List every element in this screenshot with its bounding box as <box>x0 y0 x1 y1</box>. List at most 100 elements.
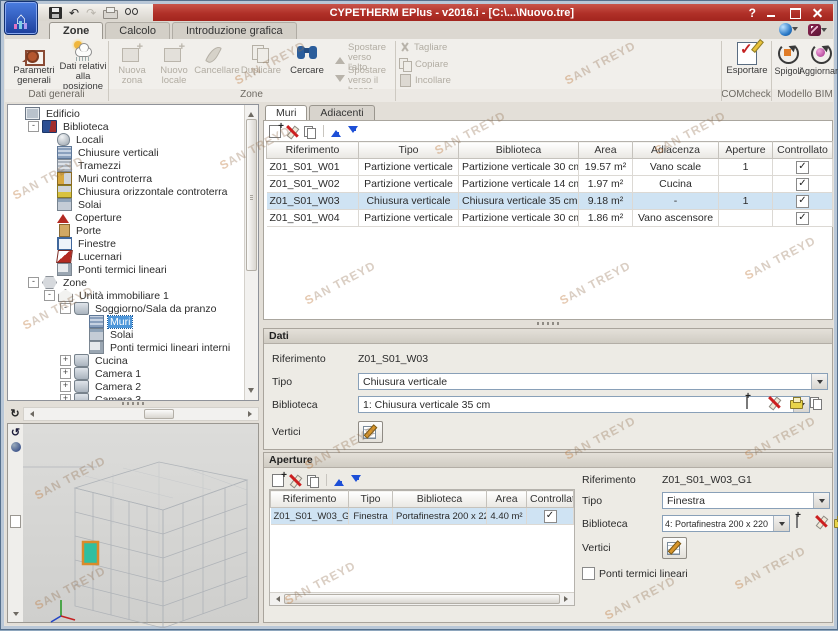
tab-calcolo[interactable]: Calcolo <box>105 22 170 39</box>
aggiornare-button[interactable]: Aggiornare <box>804 40 838 87</box>
scroll-right-icon[interactable] <box>564 596 571 602</box>
table-row[interactable]: Z01_S01_W04 Partizione verticale Partizi… <box>267 210 833 227</box>
col-area[interactable]: Area <box>487 491 527 508</box>
move-down-icon[interactable] <box>350 474 363 487</box>
scroll-left-icon[interactable] <box>273 596 280 602</box>
undo-icon[interactable]: ↶ <box>69 7 79 19</box>
aperture-horizontal-scrollbar[interactable] <box>270 592 574 605</box>
table-row[interactable]: Z01_S01_W01 Partizione verticale Partizi… <box>267 159 833 176</box>
col-biblioteca[interactable]: Biblioteca <box>459 142 579 159</box>
add-library-icon[interactable] <box>796 514 798 528</box>
tree-item-soggiorno[interactable]: -Soggiorno/Sala da pranzo <box>8 302 244 315</box>
tree-vertical-scrollbar[interactable] <box>244 105 258 400</box>
ponti-termici-checkbox-row[interactable]: Ponti termici lineari <box>582 567 688 580</box>
tree-item-biblioteca[interactable]: -Biblioteca <box>8 120 244 133</box>
tree-item-edificio[interactable]: Edificio <box>8 107 244 120</box>
wireframe-canvas[interactable] <box>23 424 258 622</box>
maximize-button[interactable] <box>788 7 802 18</box>
tree-item-ponti-termici[interactable]: Ponti termici lineari <box>8 263 244 276</box>
tipo-dropdown[interactable]: Chiusura verticale <box>358 373 828 390</box>
move-down-icon[interactable] <box>347 125 360 138</box>
tree-item-cucina[interactable]: +Cucina <box>8 354 244 367</box>
vertici-button[interactable] <box>662 537 687 559</box>
cercare-button[interactable]: Cercare <box>285 40 329 87</box>
chevron-down-icon[interactable] <box>813 493 829 508</box>
model-3d-view[interactable]: ↺ <box>7 423 259 623</box>
add-library-icon[interactable] <box>746 395 748 409</box>
save-icon[interactable] <box>49 7 62 19</box>
scrollbar-thumb[interactable] <box>284 594 560 604</box>
docs-menu[interactable] <box>808 24 827 36</box>
rotate-icon[interactable]: ↻ <box>7 408 23 421</box>
col-tipo[interactable]: Tipo <box>359 142 459 159</box>
checkbox[interactable]: ✓ <box>796 178 809 191</box>
expand-icon[interactable]: + <box>60 381 71 392</box>
app-menu-button[interactable]: ⌂ <box>4 1 38 35</box>
view-mode-icon[interactable] <box>11 442 21 452</box>
collapse-icon[interactable]: - <box>28 121 39 132</box>
tree-item-muri[interactable]: Muri <box>8 315 244 328</box>
tree-item-finestre[interactable]: Finestre <box>8 237 244 250</box>
tree-item-solai[interactable]: Solai <box>8 198 244 211</box>
tree-item-unita-immobiliare[interactable]: -Unità immobiliare 1 <box>8 289 244 302</box>
collapse-icon[interactable]: - <box>28 277 39 288</box>
tree-item-locali[interactable]: Locali <box>8 133 244 146</box>
tree-item-porte[interactable]: Porte <box>8 224 244 237</box>
close-button[interactable] <box>811 7 825 18</box>
panel-splitter[interactable] <box>263 318 833 328</box>
chevron-down-icon[interactable] <box>13 612 19 619</box>
biblioteca-dropdown[interactable]: 4: Portafinestra 200 x 220 <box>662 515 790 532</box>
tab-zone[interactable]: Zone <box>49 22 103 40</box>
help-button[interactable]: ? <box>749 6 756 20</box>
esportare-button[interactable]: Esportare <box>724 40 770 87</box>
scrollbar-thumb[interactable] <box>246 119 257 271</box>
col-tipo[interactable]: Tipo <box>349 491 393 508</box>
tab-muri[interactable]: Muri <box>265 105 307 121</box>
copy-icon[interactable] <box>306 474 320 487</box>
tree-item-chiusure-verticali[interactable]: Chiusure verticali <box>8 146 244 159</box>
tree-item-solai-zona[interactable]: Solai <box>8 328 244 341</box>
tree-item-ponti-interni[interactable]: Ponti termici lineari interni <box>8 341 244 354</box>
checkbox[interactable]: ✓ <box>796 161 809 174</box>
vertici-button[interactable] <box>358 421 383 443</box>
col-riferimento[interactable]: Riferimento <box>267 142 359 159</box>
collapse-icon[interactable]: - <box>60 303 71 314</box>
move-up-icon[interactable] <box>330 125 343 138</box>
col-riferimento[interactable]: Riferimento <box>271 491 349 508</box>
orbit-icon[interactable]: ↺ <box>11 426 20 439</box>
table-row[interactable]: Z01_S01_W02 Partizione verticale Partizi… <box>267 176 833 193</box>
biblioteca-dropdown[interactable]: 1: Chiusura verticale 35 cm <box>358 396 810 413</box>
col-adiacenza[interactable]: Adiacenza <box>633 142 719 159</box>
parametri-generali-button[interactable]: Parametri generali <box>11 40 57 87</box>
minimize-button[interactable] <box>765 7 779 18</box>
tree-item-tramezzi[interactable]: Tramezzi <box>8 159 244 172</box>
add-icon[interactable] <box>269 125 281 138</box>
col-controllato[interactable]: Controllato <box>773 142 833 159</box>
checkbox[interactable]: ✓ <box>796 212 809 225</box>
scroll-left-icon[interactable] <box>27 411 34 417</box>
preview-icon[interactable] <box>125 8 138 20</box>
table-row-selected[interactable]: Z01_S01_W03_G1 Finestra Portafinestra 20… <box>271 508 574 525</box>
dati-posizione-button[interactable]: Dati relativi alla posizione <box>57 40 109 87</box>
table-row-selected[interactable]: Z01_S01_W03 Chiusura verticale Chiusura … <box>267 193 833 210</box>
move-up-icon[interactable] <box>333 474 346 487</box>
tab-introduzione-grafica[interactable]: Introduzione grafica <box>172 22 297 39</box>
delete-icon[interactable] <box>285 125 299 138</box>
checkbox[interactable]: ✓ <box>544 510 557 523</box>
tree-item-zone[interactable]: -Zone <box>8 276 244 289</box>
scroll-up-icon[interactable] <box>248 109 254 117</box>
tree-item-camera-2[interactable]: +Camera 2 <box>8 380 244 393</box>
chevron-down-icon[interactable] <box>773 516 789 531</box>
print-icon[interactable] <box>790 400 803 409</box>
tree-item-muri-controterra[interactable]: Muri controterra <box>8 172 244 185</box>
scroll-right-icon[interactable] <box>248 411 255 417</box>
tree-item-lucernari[interactable]: Lucernari <box>8 250 244 263</box>
tipo-dropdown[interactable]: Finestra <box>662 492 830 509</box>
scrollbar-thumb[interactable] <box>144 409 174 419</box>
spigoli-button[interactable]: Spigoli <box>772 40 804 87</box>
col-aperture[interactable]: Aperture <box>719 142 773 159</box>
add-icon[interactable] <box>272 474 284 487</box>
checkbox[interactable] <box>582 567 595 580</box>
expand-icon[interactable]: + <box>60 368 71 379</box>
chevron-down-icon[interactable] <box>811 374 827 389</box>
